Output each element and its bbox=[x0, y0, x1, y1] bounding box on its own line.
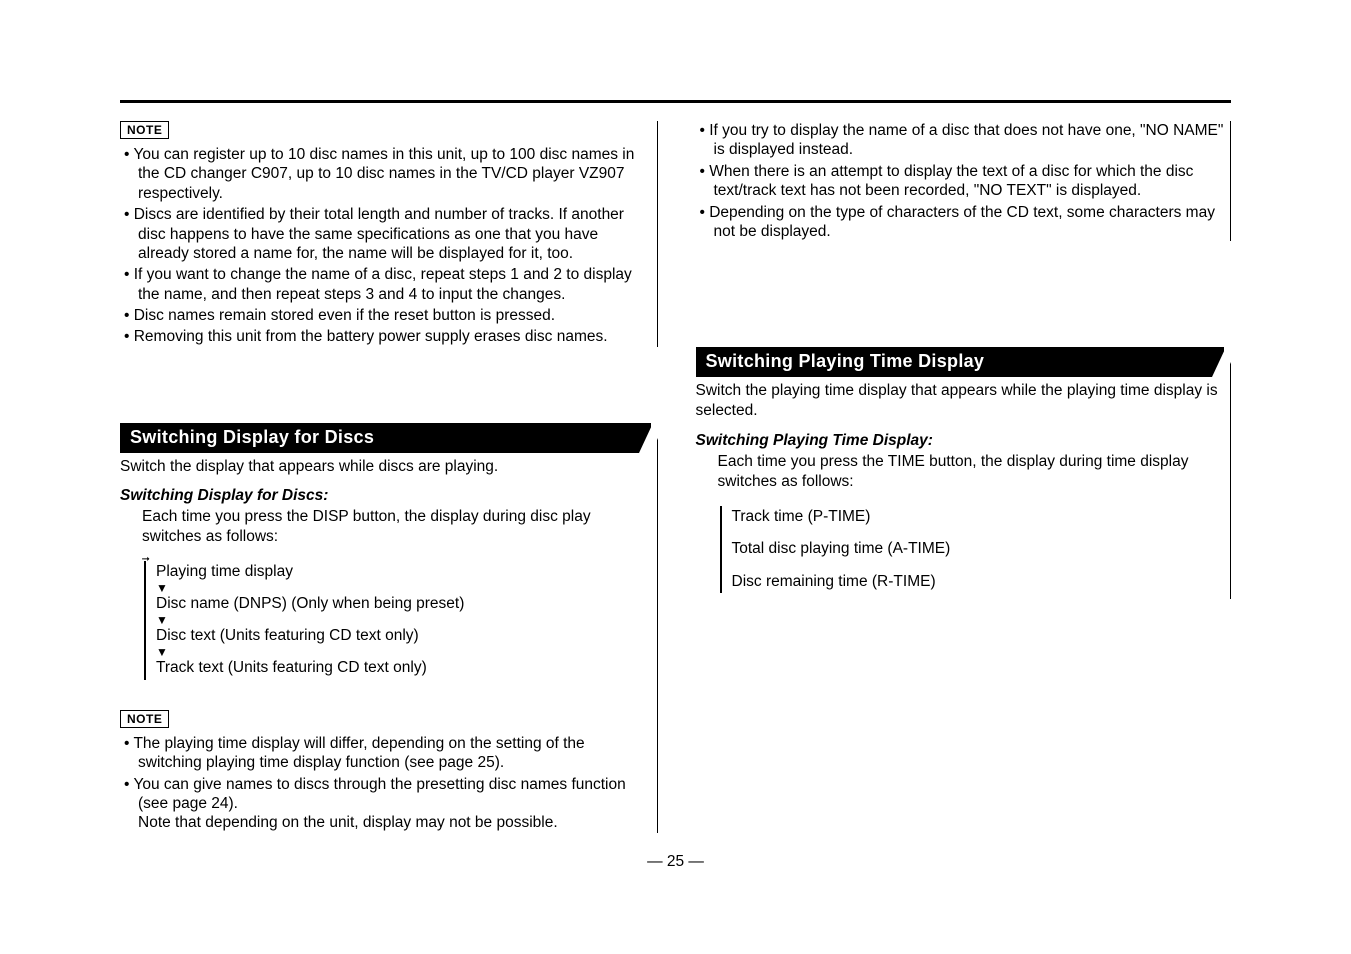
manual-page: NOTE You can register up to 10 disc name… bbox=[0, 0, 1351, 911]
section-lead: Switch the playing time display that app… bbox=[696, 381, 1225, 421]
note-item: The playing time display will differ, de… bbox=[124, 734, 651, 773]
note-item: When there is an attempt to display the … bbox=[700, 162, 1225, 201]
cycle-bracket-line bbox=[720, 506, 722, 593]
section-switching-display-discs: Switching Display for Discs Switch the d… bbox=[120, 423, 658, 833]
left-column: NOTE You can register up to 10 disc name… bbox=[120, 121, 658, 835]
note-item: If you want to change the name of a disc… bbox=[124, 265, 651, 304]
section-header-wrap: Switching Playing Time Display bbox=[696, 347, 1225, 377]
right-top-notes: If you try to display the name of a disc… bbox=[694, 121, 1232, 241]
note-block-1: NOTE You can register up to 10 disc name… bbox=[120, 121, 658, 347]
note-item: Depending on the type of characters of t… bbox=[700, 203, 1225, 242]
cycle-step: Disc remaining time (R-TIME) bbox=[732, 571, 1225, 593]
note-list-1: You can register up to 10 disc names in … bbox=[120, 145, 651, 347]
cycle-diagram-time: Track time (P-TIME) Total disc playing t… bbox=[718, 500, 1225, 599]
section-header-wrap: Switching Display for Discs bbox=[120, 423, 651, 453]
two-column-layout: NOTE You can register up to 10 disc name… bbox=[120, 121, 1231, 835]
note-item: Removing this unit from the battery powe… bbox=[124, 327, 651, 346]
subbody: Each time you press the DISP button, the… bbox=[142, 507, 651, 547]
section-lead: Switch the display that appears while di… bbox=[120, 457, 651, 477]
cycle-step: Disc name (DNPS) (Only when being preset… bbox=[156, 593, 651, 615]
top-horizontal-rule bbox=[120, 100, 1231, 103]
cycle-corner-top-icon: ➞ bbox=[142, 555, 150, 565]
note-item-text: You can give names to discs through the … bbox=[133, 776, 625, 812]
cycle-corner-bottom-icon bbox=[717, 589, 720, 599]
note-item: You can give names to discs through the … bbox=[124, 775, 651, 833]
down-arrow-icon: ▼ bbox=[156, 648, 651, 658]
right-column: If you try to display the name of a disc… bbox=[694, 121, 1232, 835]
cycle-bracket-line bbox=[144, 561, 146, 680]
note-list-2: The playing time display will differ, de… bbox=[120, 734, 651, 833]
subhead: Switching Display for Discs: bbox=[120, 487, 651, 505]
cycle-step: Total disc playing time (A-TIME) bbox=[732, 538, 1225, 560]
section-header: Switching Display for Discs bbox=[120, 423, 651, 453]
cycle-diagram-discs: ➞ Playing time display ▼ Disc name (DNPS… bbox=[142, 555, 651, 686]
right-note-list: If you try to display the name of a disc… bbox=[696, 121, 1225, 241]
subbody: Each time you press the TIME button, the… bbox=[718, 452, 1225, 492]
note-extra-line: Note that depending on the unit, display… bbox=[138, 813, 651, 832]
cycle-step: Track time (P-TIME) bbox=[732, 506, 1225, 528]
section-header: Switching Playing Time Display bbox=[696, 347, 1225, 377]
note-item: Disc names remain stored even if the res… bbox=[124, 306, 651, 325]
down-arrow-icon: ▼ bbox=[156, 616, 651, 626]
page-number: — 25 — bbox=[120, 853, 1231, 871]
down-arrow-icon: ▼ bbox=[156, 584, 651, 594]
note-item: Discs are identified by their total leng… bbox=[124, 205, 651, 263]
cycle-step: Disc text (Units featuring CD text only) bbox=[156, 625, 651, 647]
subhead: Switching Playing Time Display: bbox=[696, 432, 1225, 450]
section-switching-playing-time: Switching Playing Time Display Switch th… bbox=[694, 347, 1232, 599]
note-item: You can register up to 10 disc names in … bbox=[124, 145, 651, 203]
note-label: NOTE bbox=[120, 710, 169, 728]
note-label: NOTE bbox=[120, 121, 169, 139]
cycle-step: Track text (Units featuring CD text only… bbox=[156, 657, 651, 679]
cycle-corner-top-icon bbox=[717, 500, 720, 510]
note-item: If you try to display the name of a disc… bbox=[700, 121, 1225, 160]
cycle-step: Playing time display bbox=[156, 561, 651, 583]
cycle-corner-bottom-icon bbox=[142, 676, 145, 686]
